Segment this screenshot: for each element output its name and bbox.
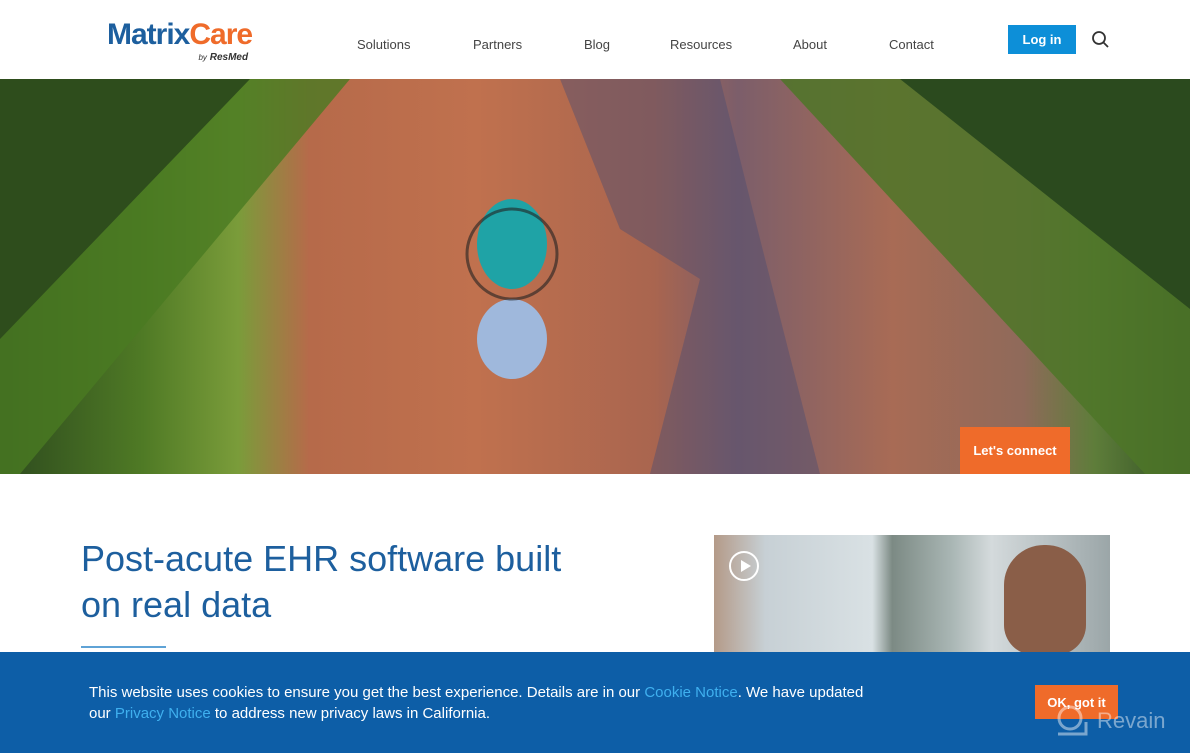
privacy-notice-link[interactable]: Privacy Notice bbox=[115, 705, 211, 722]
cookie-banner: This website uses cookies to ensure you … bbox=[0, 652, 1190, 753]
nav-solutions[interactable]: Solutions bbox=[357, 37, 410, 52]
headline-divider bbox=[81, 646, 166, 648]
nav-contact[interactable]: Contact bbox=[889, 37, 934, 52]
logo-by: by bbox=[198, 53, 207, 62]
logo-text: Matrix bbox=[107, 18, 190, 51]
logo-sub: ResMed bbox=[209, 52, 249, 63]
cookie-message: This website uses cookies to ensure you … bbox=[89, 682, 869, 724]
nav-partners[interactable]: Partners bbox=[473, 37, 522, 52]
brick-path-graphic bbox=[0, 79, 1190, 474]
watermark-text: Revain bbox=[1097, 708, 1166, 733]
page-headline: Post-acute EHR software built on real da… bbox=[81, 538, 562, 625]
play-icon[interactable] bbox=[729, 551, 759, 581]
video-thumbnail[interactable] bbox=[714, 535, 1110, 665]
cookie-notice-link[interactable]: Cookie Notice bbox=[644, 684, 737, 701]
lets-connect-button[interactable]: Let's connect bbox=[960, 427, 1070, 474]
nav-about[interactable]: About bbox=[793, 37, 827, 52]
revain-watermark: Revain bbox=[1055, 704, 1165, 738]
search-icon[interactable] bbox=[1091, 30, 1111, 50]
logo-accent: Care bbox=[189, 18, 253, 51]
hero-image bbox=[0, 79, 1190, 474]
matrixcare-logo[interactable]: MatrixCare by ResMed bbox=[107, 18, 253, 63]
nav-blog[interactable]: Blog bbox=[584, 37, 610, 52]
login-button[interactable]: Log in bbox=[1008, 25, 1076, 54]
cookie-text: to address new privacy laws in Californi… bbox=[210, 705, 491, 722]
revain-logo-icon bbox=[1057, 705, 1088, 736]
speaker-image bbox=[1004, 545, 1086, 655]
site-header: MatrixCare by ResMed Solutions Partners … bbox=[0, 0, 1190, 79]
cookie-text: This website uses cookies to ensure you … bbox=[89, 684, 645, 701]
nav-resources[interactable]: Resources bbox=[670, 37, 732, 52]
